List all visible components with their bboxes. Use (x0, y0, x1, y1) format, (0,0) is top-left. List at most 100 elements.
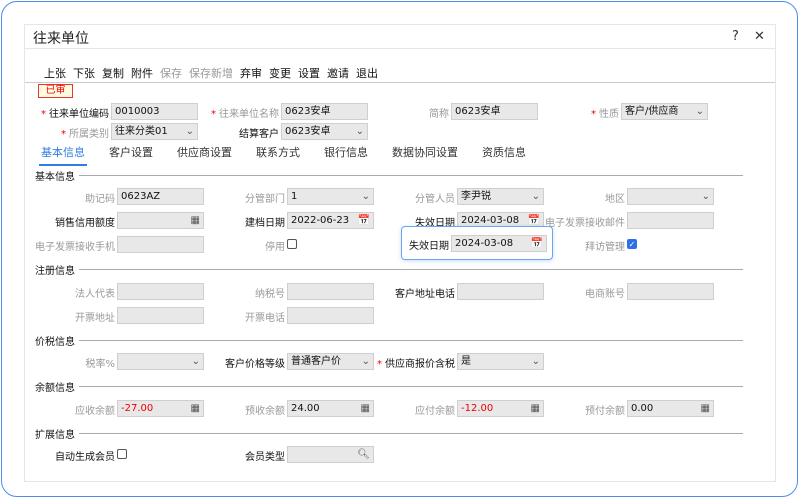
callout-label: 失效日期 (409, 241, 449, 252)
toolbar: 上张 下张 复制 附件 保存 保存新增 弃审 变更 设置 邀请 退出 (44, 65, 385, 81)
prev-button[interactable]: 上张 (44, 65, 66, 81)
title-bar: 往来单位 ? ✕ (25, 25, 775, 49)
calculator-icon[interactable]: ▦ (361, 401, 370, 416)
tab-bank[interactable]: 银行信息 (324, 144, 368, 160)
chevron-down-icon: ⌄ (361, 191, 370, 202)
tab-sync[interactable]: 数据协同设置 (392, 144, 458, 160)
payable-label: 应付余额 (415, 406, 455, 417)
tax-no-input[interactable] (287, 283, 374, 300)
addr-phone-input[interactable] (457, 283, 544, 300)
dialog-window: 往来单位 ? ✕ 上张 下张 复制 附件 保存 保存新增 弃审 变更 设置 邀请… (24, 24, 776, 482)
invite-button[interactable]: 邀请 (327, 65, 349, 81)
addr-phone-label: 客户地址电话 (395, 289, 455, 300)
created-label: 建档日期 (245, 218, 285, 229)
rate-select[interactable]: ⌄ (117, 353, 204, 370)
incl-tax-select[interactable]: 是 ⌄ (457, 353, 544, 370)
legal-input[interactable] (117, 283, 204, 300)
credit-input[interactable]: ▦ (117, 212, 204, 229)
tab-supplier[interactable]: 供应商设置 (177, 144, 232, 160)
exit-button[interactable]: 退出 (356, 65, 378, 81)
tab-basic[interactable]: 基本信息 (39, 144, 87, 166)
prereceived-input[interactable]: 24.00 ▦ (287, 400, 374, 417)
tab-customer[interactable]: 客户设置 (109, 144, 153, 160)
dept-select[interactable]: 1 ⌄ (287, 188, 374, 205)
receivable-label: 应收余额 (75, 406, 115, 417)
receivable-input[interactable]: -27.00 ▦ (117, 400, 204, 417)
callout-date-input[interactable]: 2024-03-08 📅 (451, 235, 547, 252)
rate-label: 税率% (85, 359, 115, 370)
settings-button[interactable]: 设置 (298, 65, 320, 81)
chevron-down-icon: ⌄ (355, 126, 364, 137)
ecom-label: 电商账号 (585, 289, 625, 300)
chevron-down-icon: ⌄ (185, 126, 194, 137)
calendar-icon[interactable]: 📅 (531, 236, 543, 251)
chevron-down-icon: ⌄ (531, 191, 540, 202)
short-input[interactable]: 0623安卓 (451, 103, 538, 120)
visit-label: 拜访管理 (585, 242, 625, 253)
region-label: 地区 (605, 194, 625, 205)
phone-label: 电子发票接收手机 (35, 242, 115, 253)
prepaid-label: 预付余额 (585, 406, 625, 417)
tab-qualification[interactable]: 资质信息 (482, 144, 526, 160)
help-icon[interactable]: ? (732, 29, 739, 44)
section-extension: 扩展信息 (35, 426, 743, 441)
section-tax: 价税信息 (35, 333, 743, 348)
search-icon[interactable]: 🔍︎ (357, 447, 370, 462)
save-new-button[interactable]: 保存新增 (189, 65, 233, 81)
nature-label: 性质 (599, 109, 619, 120)
created-date-input[interactable]: 2022-06-23 📅 (287, 212, 374, 229)
calendar-icon[interactable]: 📅 (358, 213, 370, 228)
email-input[interactable] (627, 212, 714, 229)
auto-member-label: 自动生成会员 (55, 452, 115, 463)
inv-phone-label: 开票电话 (245, 313, 285, 324)
price-level-select[interactable]: 普通客户价 ⌄ (287, 353, 374, 370)
mnemonic-input[interactable]: 0623AZ (117, 188, 204, 205)
window-title: 往来单位 (33, 31, 89, 47)
chevron-down-icon: ⌄ (191, 356, 200, 367)
disabled-checkbox[interactable] (287, 239, 297, 249)
staff-label: 分管人员 (415, 194, 455, 205)
tax-no-label: 纳税号 (255, 289, 285, 300)
payable-input[interactable]: -12.00 ▦ (457, 400, 544, 417)
unapprove-button[interactable]: 弃审 (240, 65, 262, 81)
toolbar-divider (25, 82, 775, 83)
inv-phone-input[interactable] (287, 307, 374, 324)
copy-button[interactable]: 复制 (102, 65, 124, 81)
name-input[interactable]: 0623安卓 (281, 103, 368, 120)
region-select[interactable]: ⌄ (627, 188, 714, 205)
category-select[interactable]: 往来分类01 ⌄ (111, 123, 198, 140)
member-type-input[interactable]: 🔍︎ (287, 446, 374, 463)
section-basic: 基本信息 (35, 168, 743, 183)
staff-select[interactable]: 李尹锐 ⌄ (457, 188, 544, 205)
change-button[interactable]: 变更 (269, 65, 291, 81)
calculator-icon[interactable]: ▦ (531, 401, 540, 416)
code-input[interactable]: 0010003 (111, 103, 198, 120)
section-balance: 余额信息 (35, 379, 743, 394)
section-register: 注册信息 (35, 262, 743, 277)
disabled-label: 停用 (265, 242, 285, 253)
nature-select[interactable]: 客户/供应商 ⌄ (621, 103, 708, 120)
settle-select[interactable]: 0623安卓 ⌄ (281, 123, 368, 140)
settle-label: 结算客户 (239, 129, 279, 140)
next-button[interactable]: 下张 (73, 65, 95, 81)
attachment-button[interactable]: 附件 (131, 65, 153, 81)
auto-member-checkbox[interactable] (117, 449, 127, 459)
inv-addr-input[interactable] (117, 307, 204, 324)
calculator-icon[interactable]: ▦ (191, 401, 200, 416)
chevron-down-icon: ⌄ (361, 356, 370, 367)
close-icon[interactable]: ✕ (754, 29, 765, 44)
prepaid-input[interactable]: 0.00 ▦ (627, 400, 714, 417)
mnemonic-label: 助记码 (85, 194, 115, 205)
save-button[interactable]: 保存 (160, 65, 182, 81)
chevron-down-icon: ⌄ (531, 356, 540, 367)
email-label: 电子发票接收邮件 (545, 218, 625, 229)
calculator-icon[interactable]: ▦ (701, 401, 710, 416)
tab-contact[interactable]: 联系方式 (256, 144, 300, 160)
chevron-down-icon: ⌄ (701, 191, 710, 202)
tab-bar: 基本信息 客户设置 供应商设置 联系方式 银行信息 数据协同设置 资质信息 (39, 144, 550, 166)
ecom-input[interactable] (627, 283, 714, 300)
chevron-down-icon: ⌄ (695, 106, 704, 117)
phone-input[interactable] (117, 236, 204, 253)
calculator-icon[interactable]: ▦ (191, 213, 200, 228)
visit-checkbox[interactable]: ✓ (627, 239, 637, 249)
